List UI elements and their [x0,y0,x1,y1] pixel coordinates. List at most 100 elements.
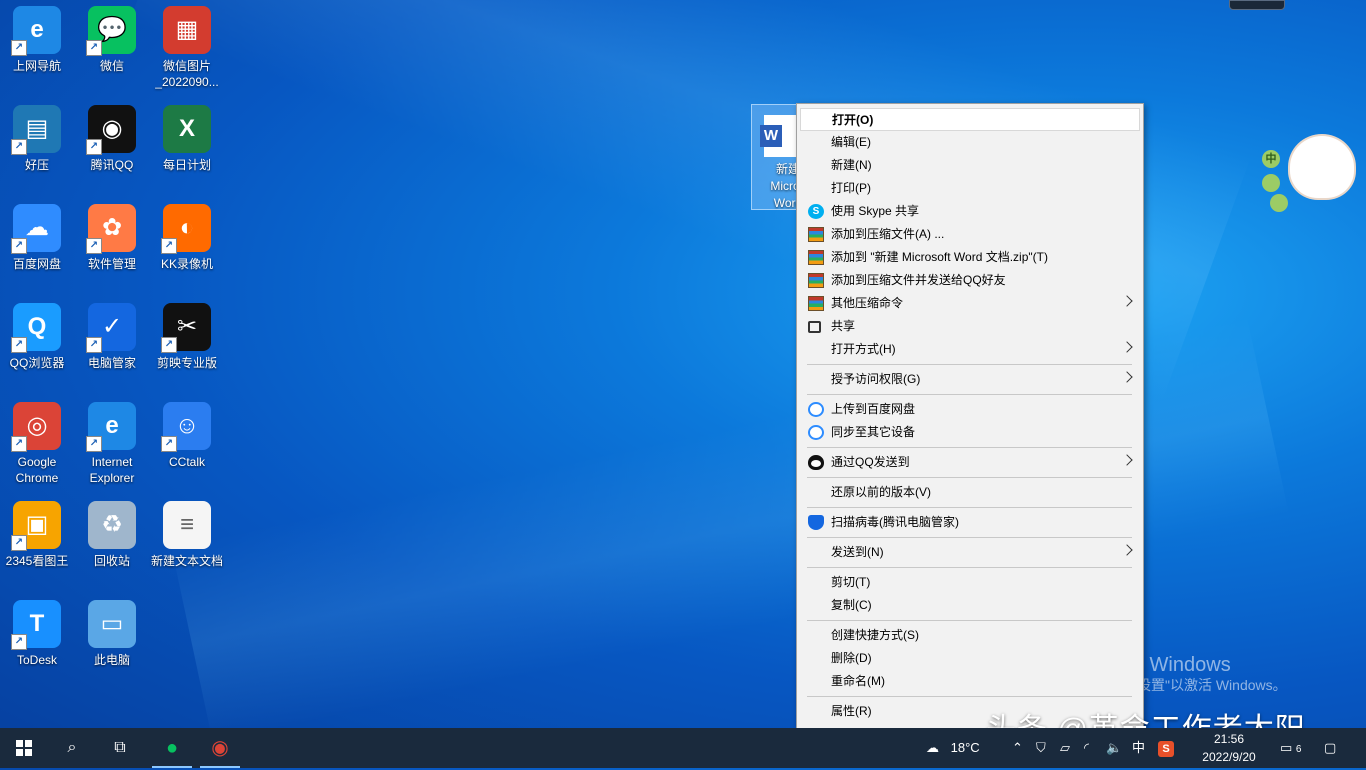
windows-logo-icon [16,740,32,756]
recycle-bin-icon: ♻ [88,501,136,549]
menu-item[interactable]: 上传到百度网盘 [800,398,1140,421]
desktop-icon[interactable]: ☁ ↗ 百度网盘 [0,198,74,272]
desktop-icon[interactable]: ≡ 新建文本文档 [150,495,224,569]
start-button[interactable] [0,728,48,768]
menu-item-label: 添加到压缩文件并发送给QQ好友 [831,273,1006,287]
taskbar-wechat[interactable]: ● [148,728,196,768]
network-tray-icon[interactable]: ▱ [1060,728,1070,768]
menu-item[interactable]: 共享 [800,315,1140,338]
desktop-icon-label: 每日计划 [162,158,211,172]
desktop-icon[interactable]: ◐ ↗ KK录像机 [150,198,224,272]
menu-item-label: 同步至其它设备 [831,425,916,439]
desktop-icon[interactable]: ✂ ↗ 剪映专业版 [150,297,224,371]
desktop-icon[interactable]: ▭ 此电脑 [75,594,149,668]
baidu-netdisk-icon: ☁ ↗ [11,204,61,254]
sogou-ime-icon[interactable]: S [1158,728,1174,768]
menu-item-label: 授予访问权限(G) [831,372,921,386]
desktop-icon[interactable]: ◉ ↗ 腾讯QQ [75,99,149,173]
menu-item[interactable]: 添加到 "新建 Microsoft Word 文档.zip"(T) [800,246,1140,269]
desktop-icon-label: 软件管理 [87,257,136,271]
text-file-icon: ≡ [163,501,211,549]
2345-viewer-icon: ▣ ↗ [11,501,61,551]
menu-item-label: 还原以前的版本(V) [831,485,931,499]
shortcut-arrow-icon: ↗ [161,436,177,452]
taskbar: ⌕ ⧉ ● ◉ ☁ 18°C ⌃ ⛉ ▱ ◜ 🔈 中 S 21:56 2022/… [0,728,1366,768]
show-desktop-button[interactable]: ▢ [1324,728,1336,768]
task-view-button[interactable]: ⧉ [96,728,144,768]
search-button[interactable]: ⌕ [48,728,96,768]
chrome-icon: ◎ ↗ [11,402,61,452]
top-edge-widget[interactable] [1229,0,1285,10]
menu-item[interactable]: S 使用 Skype 共享 [800,200,1140,223]
menu-item[interactable]: 授予访问权限(G) [800,368,1140,391]
menu-item-label: 打开方式(H) [831,342,896,356]
security-tray-icon[interactable]: ⛉ [1036,728,1046,768]
menu-item[interactable]: 还原以前的版本(V) [800,481,1140,504]
volume-tray-icon[interactable]: 🔈 [1106,728,1122,768]
desktop-icon[interactable]: T ↗ ToDesk [0,594,74,668]
desktop-icon[interactable]: 💬 ↗ 微信 [75,0,149,74]
desktop-icon[interactable]: e ↗ 上网导航 [0,0,74,74]
menu-item[interactable]: 新建(N) [800,154,1140,177]
menu-item[interactable]: 同步至其它设备 [800,421,1140,444]
menu-item[interactable]: 添加到压缩文件(A) ... [800,223,1140,246]
menu-item[interactable]: 编辑(E) [800,131,1140,154]
wifi-tray-icon[interactable]: ◜ [1084,728,1089,768]
menu-item[interactable]: 其他压缩命令 [800,292,1140,315]
taskbar-chrome[interactable]: ◉ [196,728,244,768]
chevron-up-icon: ⌃ [1012,740,1023,755]
baidu-netdisk-icon [808,402,824,417]
menu-item[interactable]: 打开(O) [800,108,1140,131]
menu-item-label: 其他压缩命令 [831,296,904,310]
menu-item-label: 删除(D) [831,651,872,665]
wechat-icon: ● [165,737,179,759]
show-hidden-icons-button[interactable]: ⌃ [1012,728,1023,768]
menu-item[interactable]: 通过QQ发送到 [800,451,1140,474]
desktop-icon[interactable]: ▤ ↗ 好压 [0,99,74,173]
haozip-icon [808,273,824,288]
menu-item[interactable]: 重命名(M) [800,670,1140,693]
menu-item[interactable]: 扫描病毒(腾讯电脑管家) [800,511,1140,534]
weather-temperature: 18°C [950,740,980,755]
clock-time: 21:56 [1213,732,1245,746]
desktop-icon-label: Google Chrome [15,455,59,485]
desktop-icon[interactable]: e ↗ Internet Explorer [75,396,149,486]
desktop-icon-label: 新建文本文档 [150,554,223,568]
desktop-icon[interactable]: ▦ 微信图片_2022090... [150,0,224,90]
desktop-icon[interactable]: ✿ ↗ 软件管理 [75,198,149,272]
cctalk-icon: ☺ ↗ [161,402,211,452]
clock[interactable]: 21:56 2022/9/20 [1196,730,1262,766]
weather-widget[interactable]: ☁ 18°C [926,728,980,768]
input-method-indicator[interactable]: 中 [1132,728,1145,768]
desktop-icon[interactable]: ◎ ↗ Google Chrome [0,396,74,486]
desktop-icon[interactable]: ✓ ↗ 电脑管家 [75,297,149,371]
menu-item[interactable]: 打开方式(H) [800,338,1140,361]
menu-item-label: 添加到压缩文件(A) ... [831,227,945,241]
desktop-icon[interactable]: ▣ ↗ 2345看图王 [0,495,74,569]
haozip-icon [808,250,824,265]
desktop-icon[interactable]: Q ↗ QQ浏览器 [0,297,74,371]
menu-separator [807,507,1132,508]
desktop-icon[interactable]: ♻ 回收站 [75,495,149,569]
menu-item[interactable]: 剪切(T) [800,571,1140,594]
menu-item[interactable]: 删除(D) [800,647,1140,670]
menu-item[interactable]: 打印(P) [800,177,1140,200]
menu-item[interactable]: 发送到(N) [800,541,1140,564]
shortcut-arrow-icon: ↗ [161,337,177,353]
menu-item-label: 发送到(N) [831,545,884,559]
desktop-icon[interactable]: ☺ ↗ CCtalk [150,396,224,470]
action-center-button[interactable]: ▭ 6 [1280,728,1301,768]
menu-item[interactable]: 复制(C) [800,594,1140,617]
wechat-icon: 💬 ↗ [86,6,136,56]
shortcut-arrow-icon: ↗ [11,535,27,551]
menu-item-label: 使用 Skype 共享 [831,204,920,218]
menu-item[interactable]: 添加到压缩文件并发送给QQ好友 [800,269,1140,292]
kk-recorder-icon: ◐ ↗ [161,204,211,254]
desktop-icon-label: ToDesk [16,653,57,667]
internet-explorer-icon: e ↗ [86,402,136,452]
menu-item[interactable]: 创建快捷方式(S) [800,624,1140,647]
shortcut-arrow-icon: ↗ [86,40,102,56]
shortcut-arrow-icon: ↗ [161,238,177,254]
menu-item-label: 新建(N) [831,158,872,172]
desktop-icon[interactable]: X 每日计划 [150,99,224,173]
